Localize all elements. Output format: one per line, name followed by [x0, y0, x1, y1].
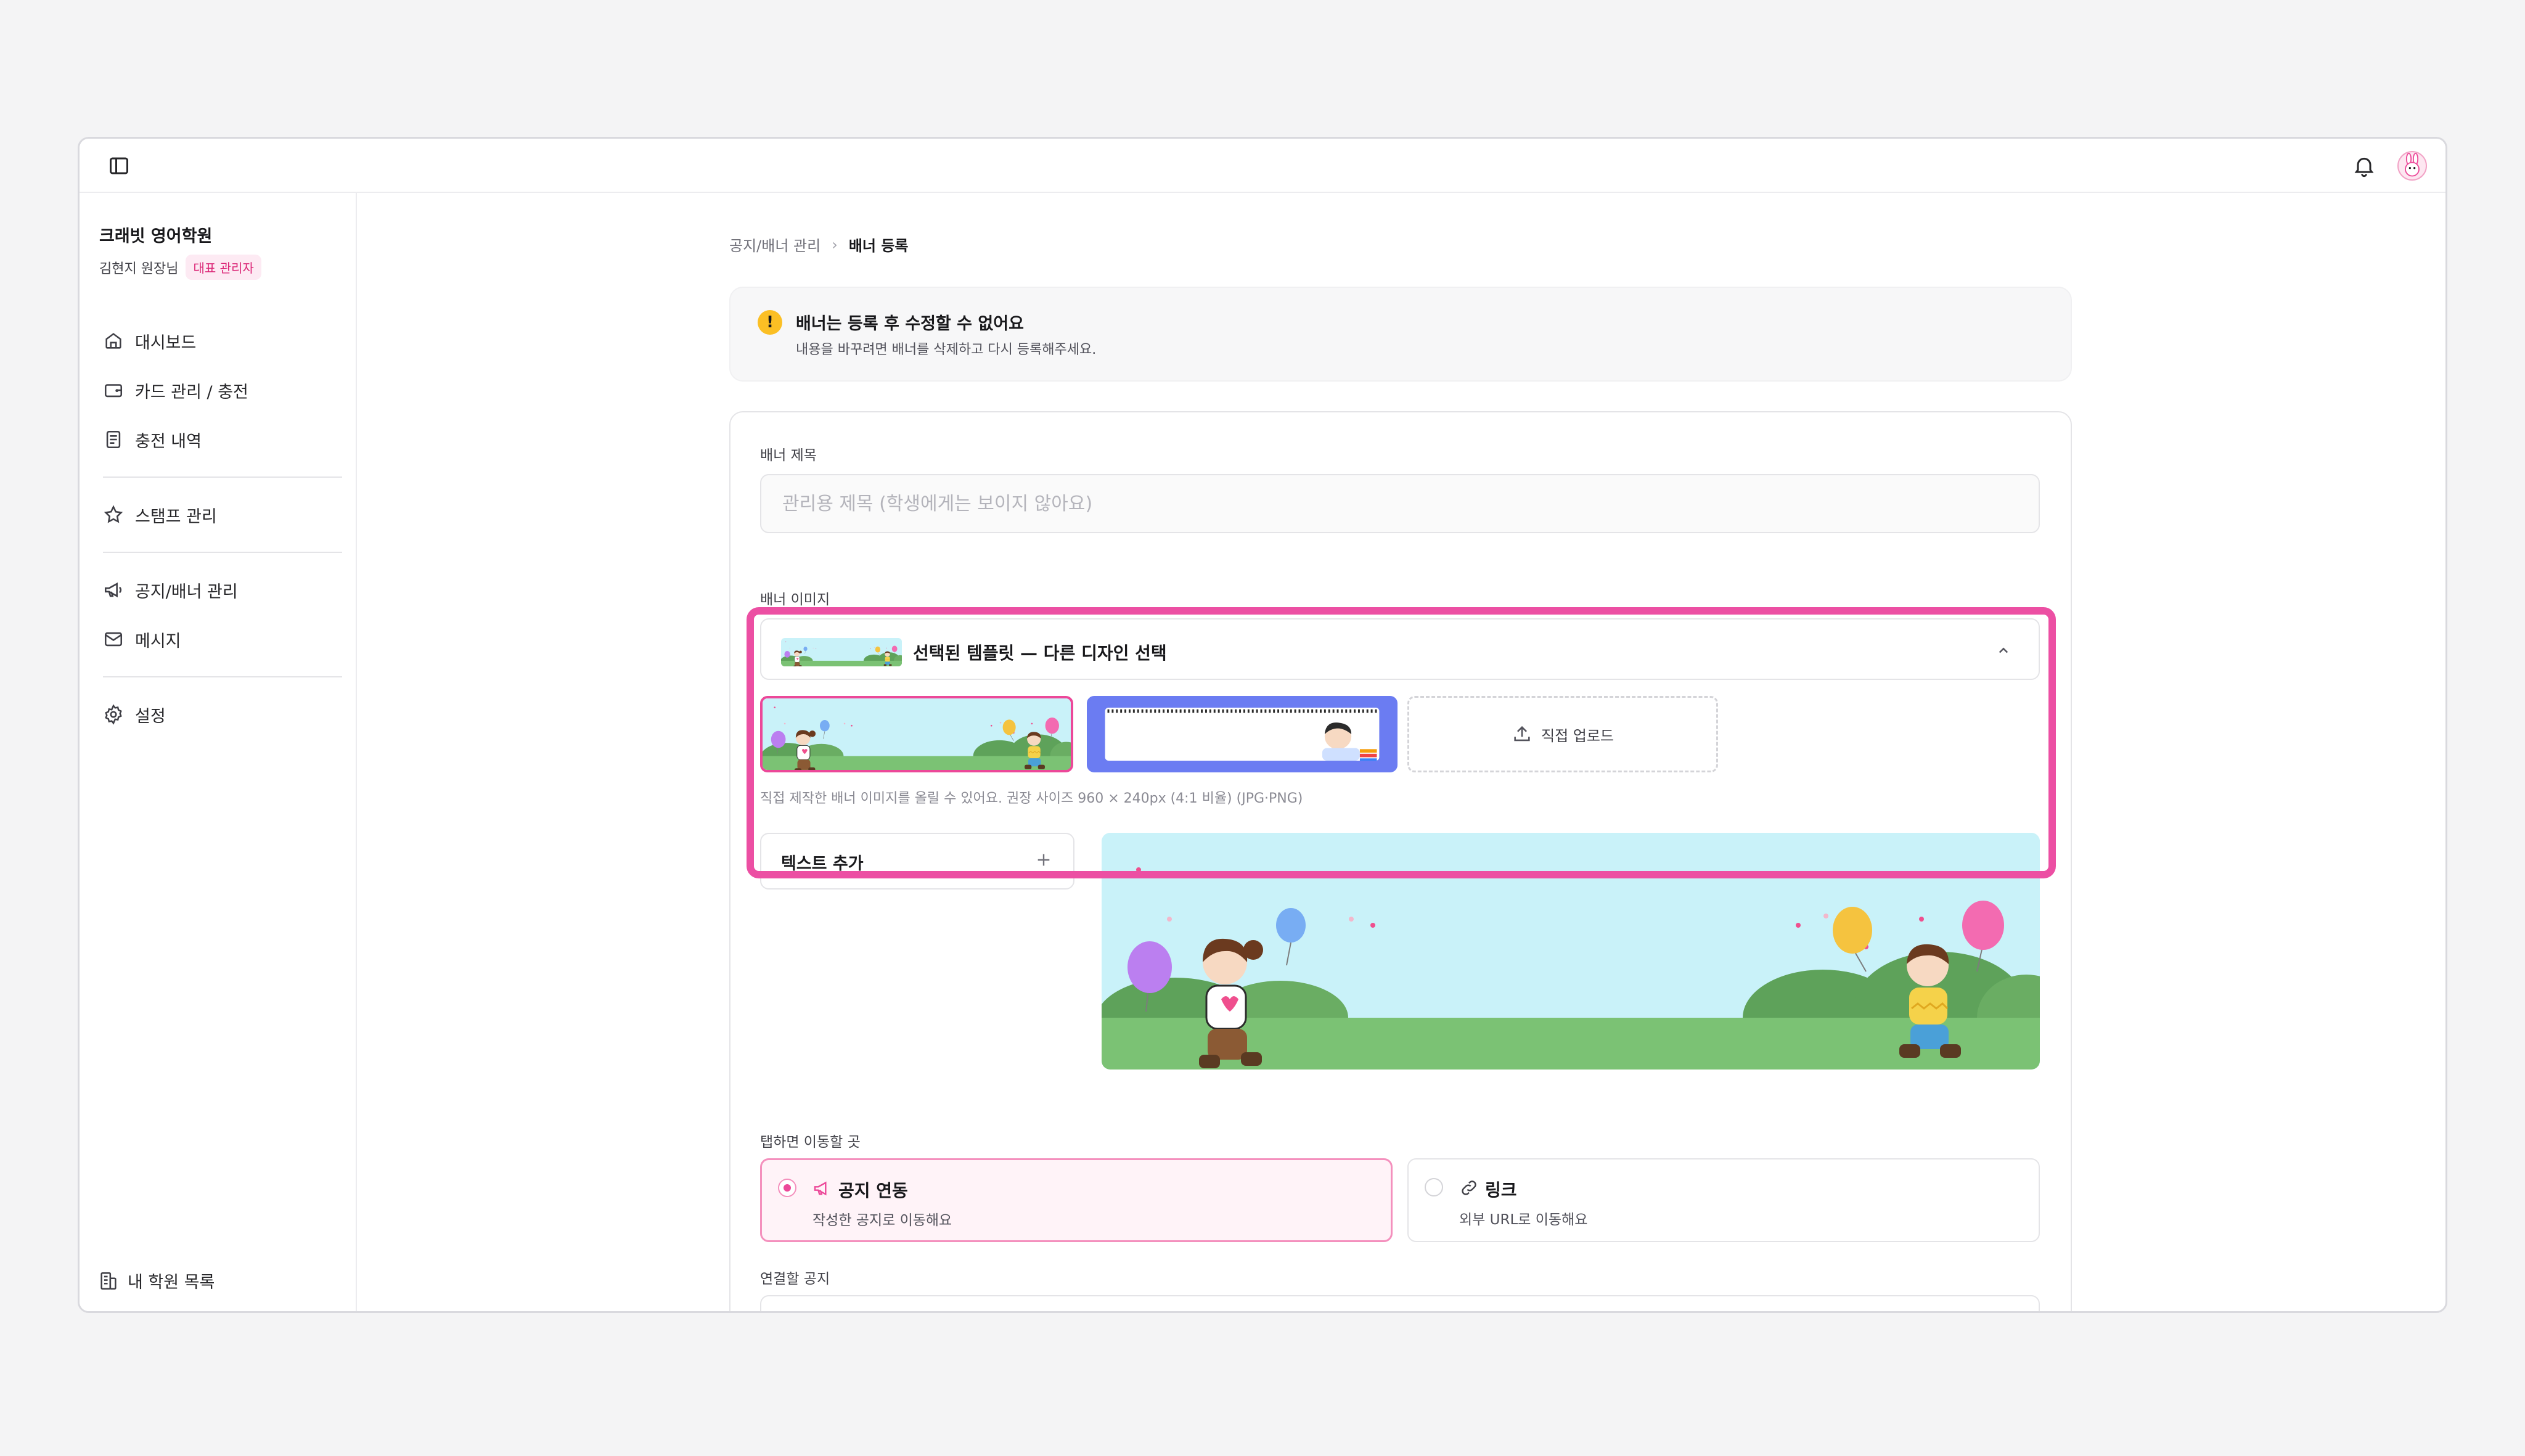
add-text-label: 텍스트 추가 — [781, 854, 864, 873]
banner-title-label: 배너 제목 — [760, 448, 817, 464]
owner-name: 김현지 원장님 — [99, 261, 179, 277]
receipt-icon — [106, 430, 121, 449]
template-selector-label: 선택된 템플릿 — 다른 디자인 선택 — [913, 643, 1167, 663]
app-window: 크래빗 영어학원 김현지 원장님 대표 관리자 대시보드 카드 관리 / 충전 … — [78, 137, 2447, 1313]
main-content: 공지/배너 관리 › 배너 등록 ! 배너는 등록 후 수정할 수 없어요 내용… — [358, 193, 2445, 1311]
destination-label: 탭하면 이동할 곳 — [760, 1134, 861, 1150]
notice-title: 배너는 등록 후 수정할 수 없어요 — [796, 314, 1024, 333]
upload-icon — [1514, 726, 1530, 742]
link-icon — [1462, 1180, 1476, 1195]
nav-divider — [103, 476, 342, 478]
notice-description: 내용을 바꾸려면 배너를 삭제하고 다시 등록해주세요. — [796, 342, 1097, 358]
add-text-button[interactable]: 텍스트 추가 — [760, 833, 1074, 890]
sidebar-toggle-icon[interactable] — [108, 155, 130, 177]
my-academies-label: 내 학원 목록 — [128, 1273, 215, 1292]
chevron-up-icon — [1999, 647, 2008, 653]
destination-description: 외부 URL로 이동해요 — [1459, 1212, 1588, 1228]
wallet-icon — [104, 384, 123, 398]
radio-selected[interactable] — [778, 1179, 796, 1197]
sidebar-item-label: 메시지 — [135, 631, 181, 651]
sidebar-item-dashboard[interactable]: 대시보드 — [94, 316, 343, 366]
megaphone-icon — [814, 1181, 827, 1196]
park-template-image — [763, 698, 1071, 770]
destination-description: 작성한 공지로 이동해요 — [812, 1213, 952, 1229]
sidebar-nav: 대시보드 카드 관리 / 충전 충전 내역 스탬프 관리 공지/배너 관리 메시… — [94, 316, 343, 739]
gear-icon — [105, 704, 122, 725]
direct-upload-button[interactable]: 직접 업로드 — [1407, 696, 1718, 772]
breadcrumb-parent[interactable]: 공지/배너 관리 — [729, 234, 821, 255]
breadcrumb-separator: › — [832, 235, 838, 253]
role-badge: 대표 관리자 — [186, 255, 261, 280]
sidebar: 크래빗 영어학원 김현지 원장님 대표 관리자 대시보드 카드 관리 / 충전 … — [80, 193, 357, 1311]
banner-title-input[interactable] — [760, 474, 2040, 533]
sidebar-item-notice-banner[interactable]: 공지/배너 관리 — [94, 565, 343, 615]
my-academies-link[interactable]: 내 학원 목록 — [98, 1269, 215, 1293]
sidebar-item-cards[interactable]: 카드 관리 / 충전 — [94, 366, 343, 415]
sidebar-item-messages[interactable]: 메시지 — [94, 615, 343, 664]
bell-icon[interactable] — [2352, 153, 2376, 178]
radio-unselected[interactable] — [1425, 1178, 1443, 1196]
breadcrumb-current: 배너 등록 — [848, 237, 909, 255]
upload-help-text: 직접 제작한 배너 이미지를 올릴 수 있어요. 권장 사이즈 960 × 24… — [760, 791, 1303, 806]
sidebar-item-label: 스탬프 관리 — [135, 507, 217, 526]
building-icon — [100, 1272, 117, 1290]
banner-form: 배너 제목 배너 이미지 선택된 템플릿 — 다른 디자인 선택 — [729, 411, 2072, 1311]
destination-title: 링크 — [1485, 1180, 1517, 1200]
notebook-template-image — [1089, 698, 1395, 770]
warning-notice: ! 배너는 등록 후 수정할 수 없어요 내용을 바꾸려면 배너를 삭제하고 다… — [729, 287, 2072, 382]
template-option-park[interactable] — [760, 696, 1073, 772]
nav-divider — [103, 676, 342, 677]
sidebar-item-label: 설정 — [135, 706, 166, 726]
sidebar-item-stamps[interactable]: 스탬프 관리 — [94, 490, 343, 539]
breadcrumb: 공지/배너 관리 › 배너 등록 — [729, 234, 909, 255]
mail-icon — [104, 632, 123, 647]
sidebar-item-label: 대시보드 — [135, 333, 197, 353]
banner-image-label: 배너 이미지 — [760, 592, 830, 608]
avatar[interactable] — [2397, 151, 2427, 181]
destination-title: 공지 연동 — [838, 1180, 908, 1201]
linked-notice-select[interactable] — [760, 1295, 2040, 1311]
sidebar-item-charge-history[interactable]: 충전 내역 — [94, 415, 343, 464]
warning-icon: ! — [758, 310, 782, 335]
template-option-notebook[interactable] — [1087, 696, 1398, 772]
sidebar-item-label: 공지/배너 관리 — [135, 582, 238, 602]
plus-icon — [1037, 854, 1050, 866]
template-selector[interactable]: 선택된 템플릿 — 다른 디자인 선택 — [760, 618, 2040, 680]
owner-row: 김현지 원장님 대표 관리자 — [99, 255, 261, 280]
banner-preview-image — [1102, 833, 2040, 1070]
sidebar-item-settings[interactable]: 설정 — [94, 690, 343, 739]
sidebar-item-label: 카드 관리 / 충전 — [135, 382, 248, 402]
top-bar — [80, 139, 2445, 193]
nav-divider — [103, 552, 342, 553]
academy-name: 크래빗 영어학원 — [99, 227, 213, 246]
star-icon — [104, 505, 123, 523]
home-icon — [105, 333, 121, 349]
destination-option-notice[interactable]: 공지 연동 작성한 공지로 이동해요 — [760, 1158, 1393, 1242]
linked-notice-label: 연결할 공지 — [760, 1271, 830, 1287]
destination-option-link[interactable]: 링크 외부 URL로 이동해요 — [1407, 1158, 2040, 1242]
megaphone-icon — [104, 582, 122, 598]
selected-template-thumbnail — [781, 638, 902, 666]
sidebar-item-label: 충전 내역 — [135, 431, 202, 451]
upload-label: 직접 업로드 — [1541, 727, 1614, 745]
